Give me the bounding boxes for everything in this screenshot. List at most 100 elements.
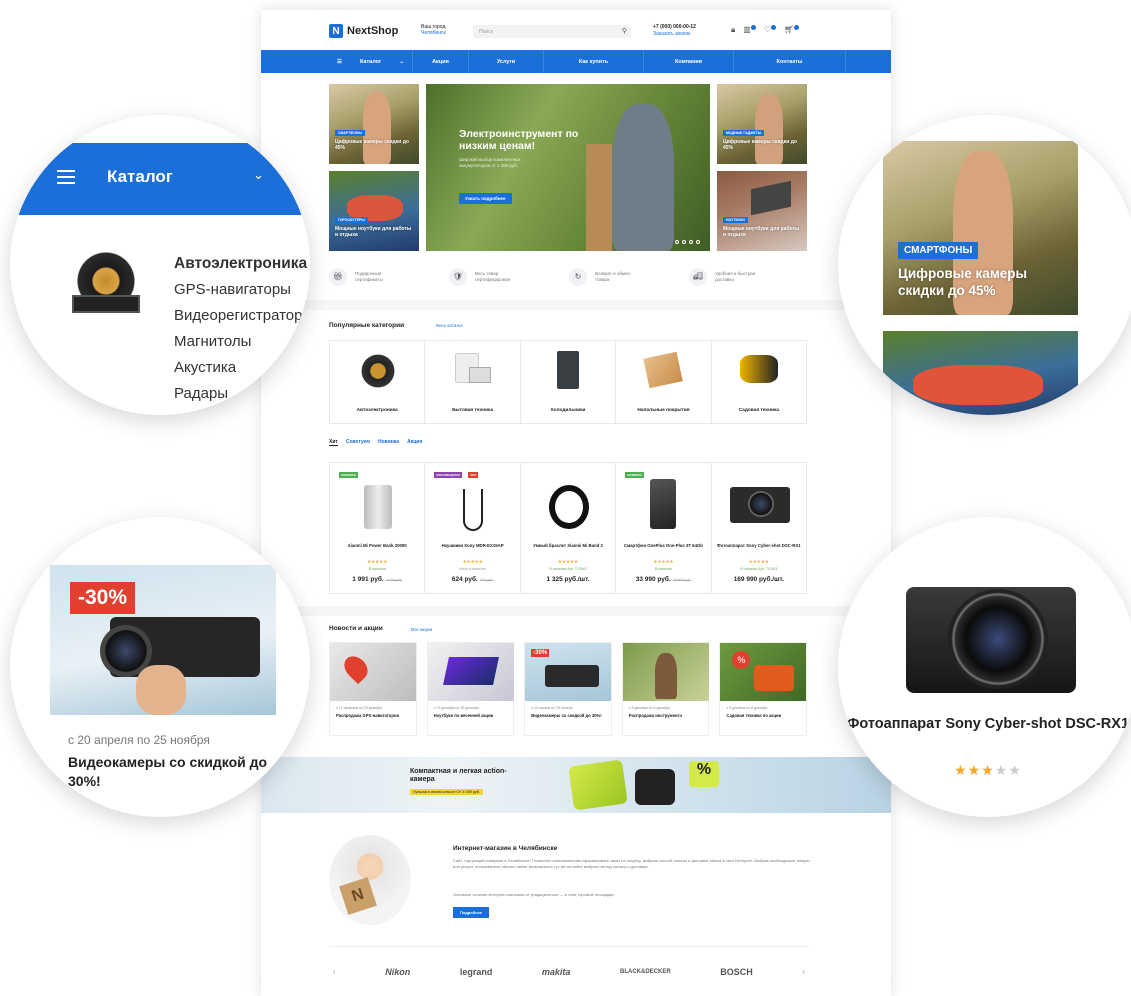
- slider-dot[interactable]: [675, 240, 679, 244]
- tab-sale[interactable]: Акция: [407, 439, 422, 446]
- category-item[interactable]: Холодильники: [521, 341, 617, 423]
- nav-contacts[interactable]: Контакты: [734, 50, 846, 73]
- menu-icon[interactable]: [57, 170, 75, 184]
- zoom-product-name[interactable]: Фотоаппарат Sony Cyber-shot DSC-RX1: [838, 715, 1131, 734]
- about-section: N Интернет-магазин в Челябинске Сайт, то…: [261, 813, 891, 945]
- product-availability: В наличии Арт. 712543: [549, 567, 587, 571]
- product-card[interactable]: НОВИНКА Смартфон OnePlus One-Plus 3T 64G…: [616, 463, 712, 593]
- city-selector[interactable]: Ваш город Челябинск: [421, 24, 446, 36]
- powerbank-image: [364, 485, 392, 529]
- product-price: 1 991 руб.: [352, 576, 384, 583]
- chevron-right-icon[interactable]: ›: [802, 967, 805, 976]
- categories-grid: Автоэлектроника Бытовая техника Холодиль…: [329, 340, 807, 424]
- news-card[interactable]: % с 5 декабря по 6 декабря Садовая техни…: [719, 642, 807, 736]
- zoom-banner-tag: СМАРТФОНЫ: [898, 242, 979, 259]
- nav-how-to-buy[interactable]: Как купить: [544, 50, 644, 73]
- brand-logo[interactable]: Nikon: [385, 967, 410, 977]
- zoom-banner-text: Цифровые камеры скидки до 45%: [898, 266, 1028, 298]
- banner-main[interactable]: Электроинструмент по низким ценам! Широк…: [426, 84, 710, 251]
- slider-dot[interactable]: [696, 240, 700, 244]
- callback-link[interactable]: Заказать звонок: [653, 31, 696, 38]
- tab-hit[interactable]: Хит: [329, 439, 338, 446]
- banner-right-top[interactable]: МОДНЫЕ ГАДЖЕТЫ Цифровые камеры скидки до…: [717, 84, 807, 164]
- product-availability: В наличии Арт. 712543: [740, 567, 778, 571]
- product-card[interactable]: Умный браслет Xiaomi Mi Band 2 ★★★★★ В н…: [521, 463, 617, 593]
- banner-text: Цифровые камеры скидки до 45%: [723, 139, 797, 151]
- laptop-image: [442, 657, 499, 685]
- zoom-catalog-item[interactable]: Радары: [174, 381, 310, 407]
- tab-recommend[interactable]: Советуем: [346, 439, 370, 446]
- slider-dots: [675, 240, 700, 244]
- logo[interactable]: N NextShop: [329, 24, 398, 38]
- nav-catalog[interactable]: ☰ Каталог ⌄: [329, 50, 413, 73]
- map-pin-icon: [339, 651, 373, 685]
- product-tabs: Хит Советуем Новинка Акция: [329, 439, 422, 446]
- news-card[interactable]: с 01 декабря по 30 декабря Ноутбуки по в…: [426, 642, 515, 736]
- category-item[interactable]: Напольные покрытия: [616, 341, 712, 423]
- zoom-sale-title[interactable]: Видеокамеры со скидкой до 30%!: [68, 753, 278, 791]
- account-icon[interactable]: 🔒︎: [731, 25, 735, 35]
- nav-catalog-label: Каталог: [360, 58, 382, 65]
- category-item[interactable]: Автоэлектроника: [330, 341, 426, 423]
- zoom-catalog-item[interactable]: Магнитолы: [174, 329, 310, 355]
- search-icon[interactable]: ⚲: [622, 27, 627, 35]
- category-item[interactable]: Бытовая техника: [425, 341, 521, 423]
- slider-dot[interactable]: [689, 240, 693, 244]
- product-price: 33 990 руб.: [635, 576, 671, 583]
- news-card[interactable]: -30% с 20 апреля по 25 ноября Видеокамер…: [524, 642, 612, 736]
- brand-logo[interactable]: BLACK&DECKER: [620, 969, 671, 975]
- news-link[interactable]: Все акции: [411, 627, 432, 632]
- tab-new[interactable]: Новинка: [378, 439, 399, 446]
- news-image: [622, 643, 709, 701]
- slider-dot[interactable]: [682, 240, 686, 244]
- categories-link[interactable]: Весь каталог: [436, 323, 463, 328]
- floor-tiles-icon: [643, 351, 683, 389]
- brand-logo[interactable]: legrand: [460, 967, 493, 977]
- promo-banner[interactable]: Компактная и легкая action-камера Лучшая…: [261, 757, 891, 813]
- banner-left-top[interactable]: СМАРТФОНЫ Цифровые камеры скидки до 45%: [329, 84, 419, 164]
- news-date: с 5 декабря по 6 декабря: [628, 706, 670, 710]
- zoom-catalog-item[interactable]: Видеорегистраторы: [174, 303, 310, 329]
- zoom-catalog-item[interactable]: GPS-навигаторы: [174, 277, 310, 303]
- hero-button[interactable]: Узнать подробнее: [459, 193, 512, 204]
- banner-left-bottom[interactable]: ГИРОСКУТЕРЫ Мощные ноутбуки для работы и…: [329, 171, 419, 251]
- search-input[interactable]: Поиск ⚲: [473, 25, 631, 38]
- news-headline: Распродажа инструмента: [628, 713, 682, 718]
- product-old-price: 40 990 руб.: [672, 578, 692, 582]
- news-image: [427, 643, 514, 701]
- chevron-left-icon[interactable]: ‹: [333, 967, 336, 976]
- product-rating: ★★★★★: [367, 559, 388, 564]
- band-image: [548, 485, 589, 529]
- product-price: 624 руб.: [451, 576, 478, 583]
- product-card[interactable]: Фотоаппарат Sony Cyber-shot DSC-RX1 ★★★★…: [712, 463, 806, 593]
- wishlist-icon[interactable]: ♡: [764, 25, 776, 35]
- product-badge: НОВИНКА: [625, 472, 645, 478]
- feature-item: 🛡︎ Весь товар сертифицирован: [449, 258, 569, 296]
- box-logo-icon: N: [339, 877, 377, 915]
- nav-services[interactable]: Услуги: [469, 50, 544, 73]
- about-more-button[interactable]: Подробнее: [453, 907, 490, 918]
- chevron-down-icon[interactable]: ⌄: [253, 167, 264, 183]
- sale-badge: -30%: [531, 649, 550, 657]
- cart-badge: [794, 25, 800, 30]
- phone-block[interactable]: +7 (000) 000-00-12 Заказать звонок: [653, 24, 696, 38]
- nav-company[interactable]: Компания: [644, 50, 734, 73]
- nav-sales[interactable]: Акции: [413, 50, 469, 73]
- banner-right-bottom[interactable]: НОУТБУКИ Мощные ноутбуки для работы и от…: [717, 171, 807, 251]
- product-card[interactable]: НОВИНКА Xiaomi Mi Power Bank 20000 ★★★★★…: [330, 463, 426, 593]
- zoom-catalog-title[interactable]: Каталог: [107, 167, 173, 187]
- banner-person: [363, 92, 391, 164]
- brand-logo[interactable]: BOSCH: [720, 967, 753, 977]
- news-headline: Садовая техника по акции: [726, 713, 782, 718]
- zoom-banner-image-2[interactable]: [883, 331, 1078, 415]
- brand-logo[interactable]: makita: [542, 967, 571, 977]
- cart-icon[interactable]: 🛒︎: [784, 25, 800, 35]
- news-card[interactable]: с 12 февраля по 20 декабря Распродажа GP…: [329, 642, 417, 736]
- news-card[interactable]: с 5 декабря по 6 декабря Распродажа инст…: [621, 642, 710, 736]
- zoom-catalog-item[interactable]: Акустика: [174, 355, 310, 381]
- category-item[interactable]: Садовая техника: [712, 341, 806, 423]
- zoom-catalog-heading[interactable]: Автоэлектроника: [174, 251, 310, 277]
- compare-icon[interactable]: ▥: [743, 25, 756, 35]
- product-card[interactable]: РЕКОМЕНДУЕМ ХИТ Наушники Sony MDR-EX15AP…: [425, 463, 521, 593]
- product-name: Умный браслет Xiaomi Mi Band 2: [533, 543, 603, 548]
